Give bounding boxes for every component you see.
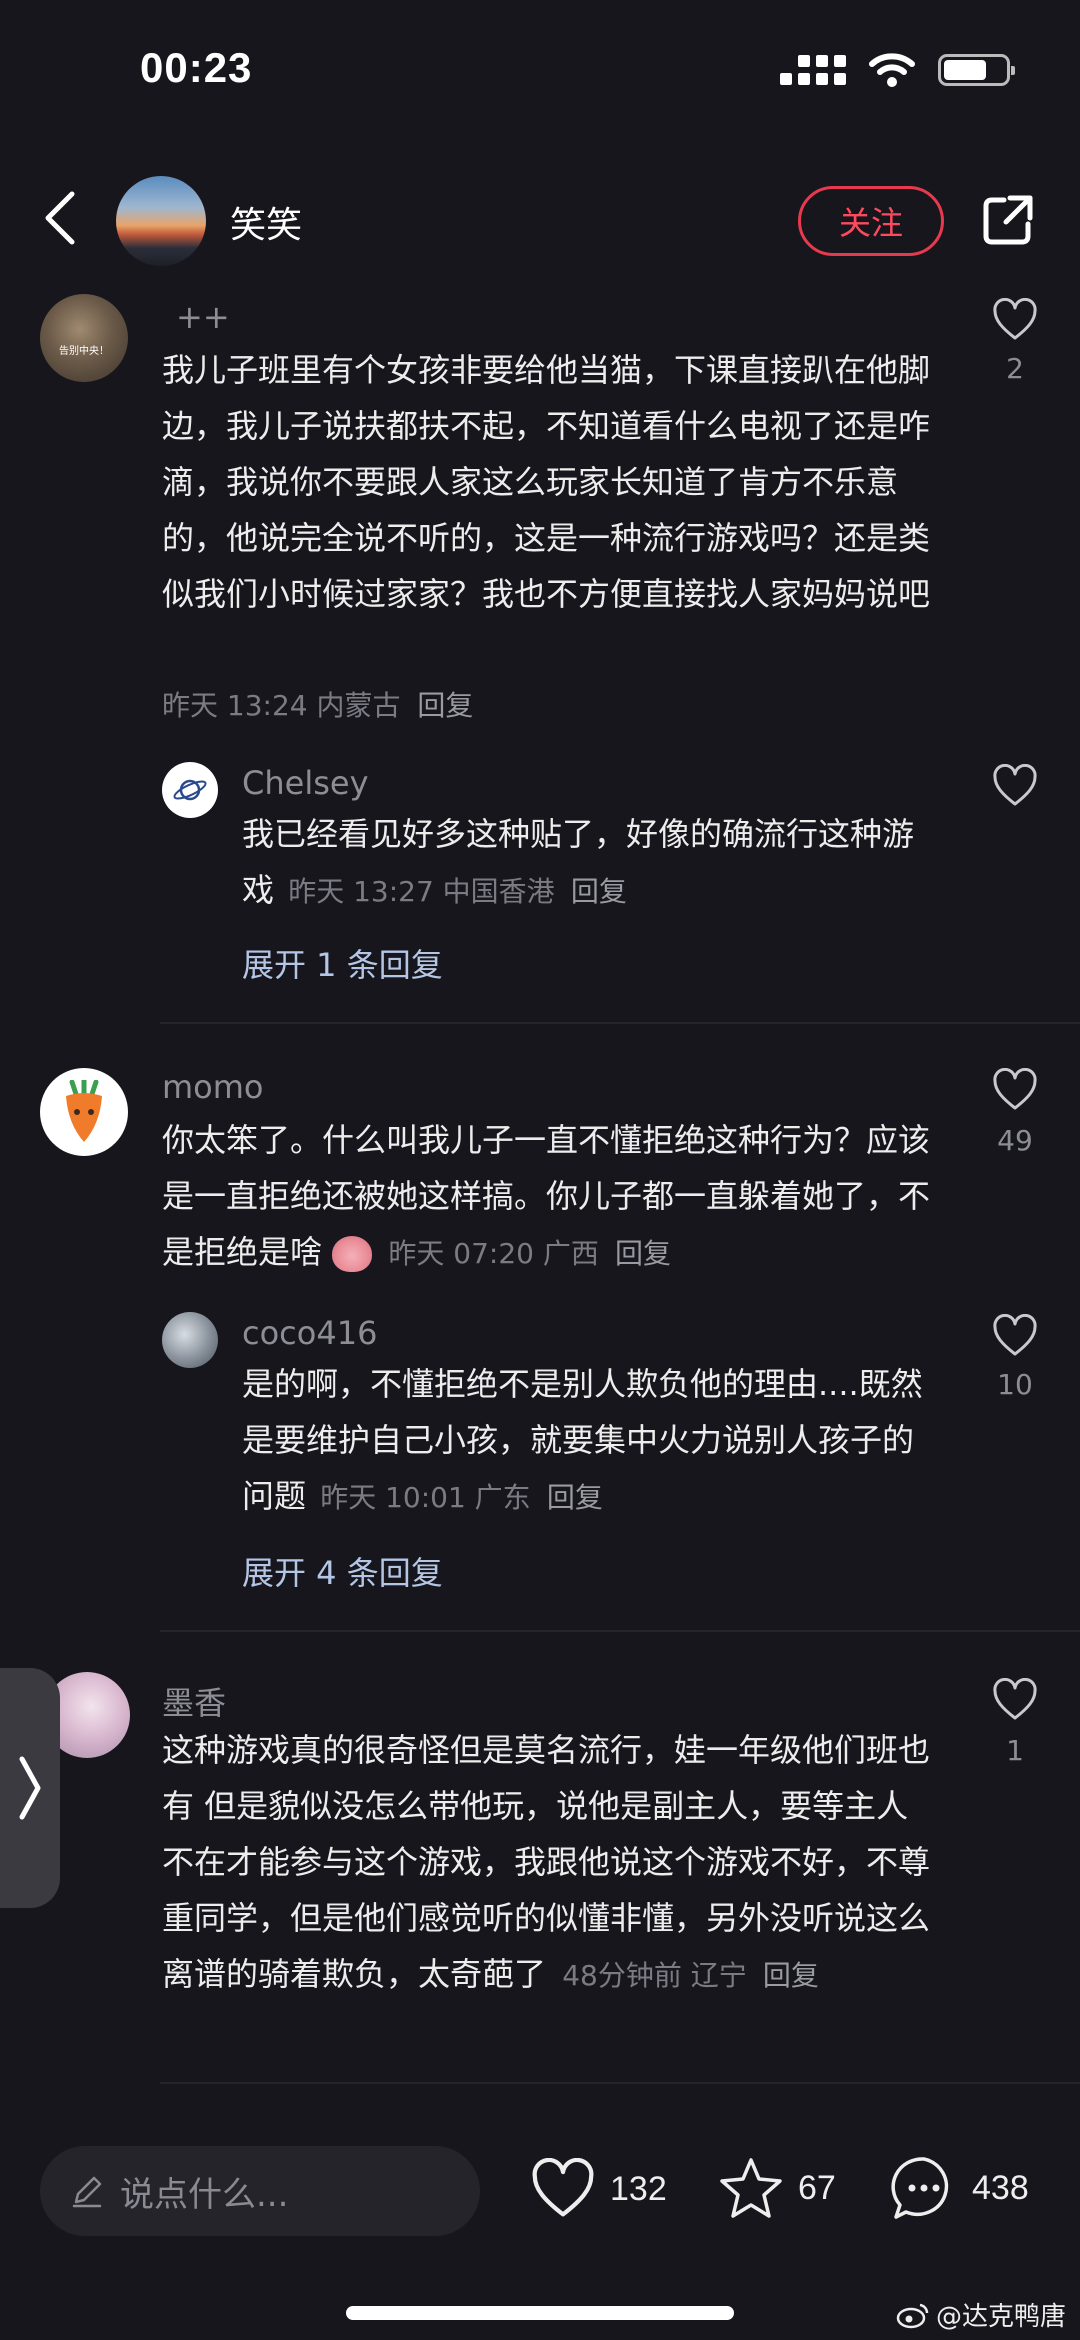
comment-time-location: 昨天 07:20 广西 — [388, 1237, 599, 1270]
favorite-count: 67 — [798, 2168, 836, 2207]
pencil-icon — [72, 2176, 102, 2208]
reply-link[interactable]: 回复 — [417, 689, 473, 722]
battery-icon — [938, 54, 1015, 86]
reply-link[interactable]: 回复 — [615, 1237, 671, 1270]
comment-input[interactable]: 说点什么... — [40, 2146, 480, 2236]
wifi-icon — [869, 53, 915, 87]
replier-avatar[interactable] — [162, 762, 218, 818]
watermark: @达克鸭唐 — [896, 2296, 1066, 2333]
weibo-logo-icon — [896, 2303, 929, 2328]
comment-username[interactable]: momo — [162, 1068, 264, 1106]
avatar-caption: 告别中央！ — [59, 346, 109, 357]
cellular-signal-icon — [780, 55, 846, 85]
divider — [160, 1630, 1080, 1632]
comment-text-body: 这种游戏真的很奇怪但是莫名流行，娃一年级他们班也有 但是貌似没怎么带他玩，说他是… — [162, 1731, 931, 1993]
heart-icon — [532, 2158, 594, 2217]
comment-bubble-icon — [891, 2157, 949, 2219]
favorite-action[interactable]: 67 — [718, 2156, 836, 2220]
status-icons — [780, 52, 1015, 88]
comment-username[interactable]: 墨香 — [162, 1678, 226, 1724]
side-expand-tab[interactable] — [0, 1668, 60, 1908]
reply-username[interactable]: Chelsey — [242, 764, 369, 802]
like-count: 2 — [1006, 352, 1024, 385]
share-icon[interactable] — [980, 192, 1036, 248]
author-avatar[interactable] — [116, 176, 206, 266]
chevron-right-icon — [19, 1756, 41, 1820]
reply-time-location: 昨天 13:27 中国香港 — [288, 875, 555, 908]
like-icon[interactable] — [992, 1678, 1038, 1722]
home-indicator[interactable] — [346, 2306, 734, 2320]
watermark-text: @达克鸭唐 — [935, 2302, 1066, 2332]
comment-meta: 昨天 13:24 内蒙古 回复 — [162, 684, 473, 724]
like-action[interactable]: 132 — [530, 2158, 667, 2220]
comment-count: 438 — [972, 2168, 1029, 2207]
star-icon — [720, 2158, 782, 2218]
like-icon[interactable] — [992, 298, 1038, 342]
commenter-avatar[interactable] — [40, 1068, 128, 1156]
comment-text: 这种游戏真的很奇怪但是莫名流行，娃一年级他们班也有 但是貌似没怎么带他玩，说他是… — [162, 1722, 932, 2004]
reply-username[interactable]: coco416 — [242, 1314, 377, 1352]
like-count-total: 132 — [610, 2169, 667, 2208]
like-icon[interactable] — [992, 764, 1038, 808]
emoji-sticker-icon — [332, 1236, 373, 1272]
comments-action[interactable]: 438 — [890, 2154, 1029, 2222]
reply-text: 是的啊，不懂拒绝不是别人欺负他的理由....既然是要维护自己小孩，就要集中火力说… — [242, 1356, 942, 1526]
like-icon[interactable] — [992, 1314, 1038, 1358]
comment-input-placeholder: 说点什么... — [120, 2174, 289, 2215]
reply-link[interactable]: 回复 — [571, 875, 627, 908]
divider — [160, 2082, 1080, 2084]
divider — [160, 1022, 1080, 1024]
follow-button[interactable]: 关注 — [798, 186, 944, 256]
replier-avatar[interactable] — [162, 1312, 218, 1368]
comment-text: 我儿子班里有个女孩非要给他当猫，下课直接趴在他脚边，我儿子说扶都扶不起，不知道看… — [162, 351, 931, 613]
comment-time-location: 昨天 13:24 内蒙古 — [162, 689, 401, 722]
reply-text: 我已经看见好多这种贴了，好像的确流行这种游戏 昨天 13:27 中国香港 回复 — [242, 806, 942, 920]
like-count: 1 — [1006, 1734, 1024, 1767]
reply-link[interactable]: 回复 — [547, 1481, 603, 1514]
like-count: 10 — [997, 1368, 1033, 1401]
carrot-icon — [66, 1080, 102, 1142]
back-button[interactable] — [40, 188, 80, 248]
like-count: 49 — [997, 1124, 1033, 1157]
status-time: 00:23 — [140, 44, 253, 91]
comment-username[interactable]: ++ — [176, 298, 230, 336]
comment-text: 你太笨了。什么叫我儿子一直不懂拒绝这种行为？应该是一直拒绝还被她这样搞。你儿子都… — [162, 1112, 952, 1282]
comment-time-location: 48分钟前 辽宁 — [562, 1959, 747, 1992]
author-name[interactable]: 笑笑 — [230, 196, 302, 248]
expand-replies-button[interactable]: 展开 1 条回复 — [242, 940, 443, 986]
reply-link[interactable]: 回复 — [763, 1959, 819, 1992]
expand-replies-button[interactable]: 展开 4 条回复 — [242, 1548, 443, 1594]
commenter-avatar[interactable]: 告别中央！ — [40, 294, 128, 382]
like-icon[interactable] — [992, 1068, 1038, 1112]
reply-time-location: 昨天 10:01 广东 — [320, 1481, 531, 1514]
planet-icon — [173, 779, 207, 801]
